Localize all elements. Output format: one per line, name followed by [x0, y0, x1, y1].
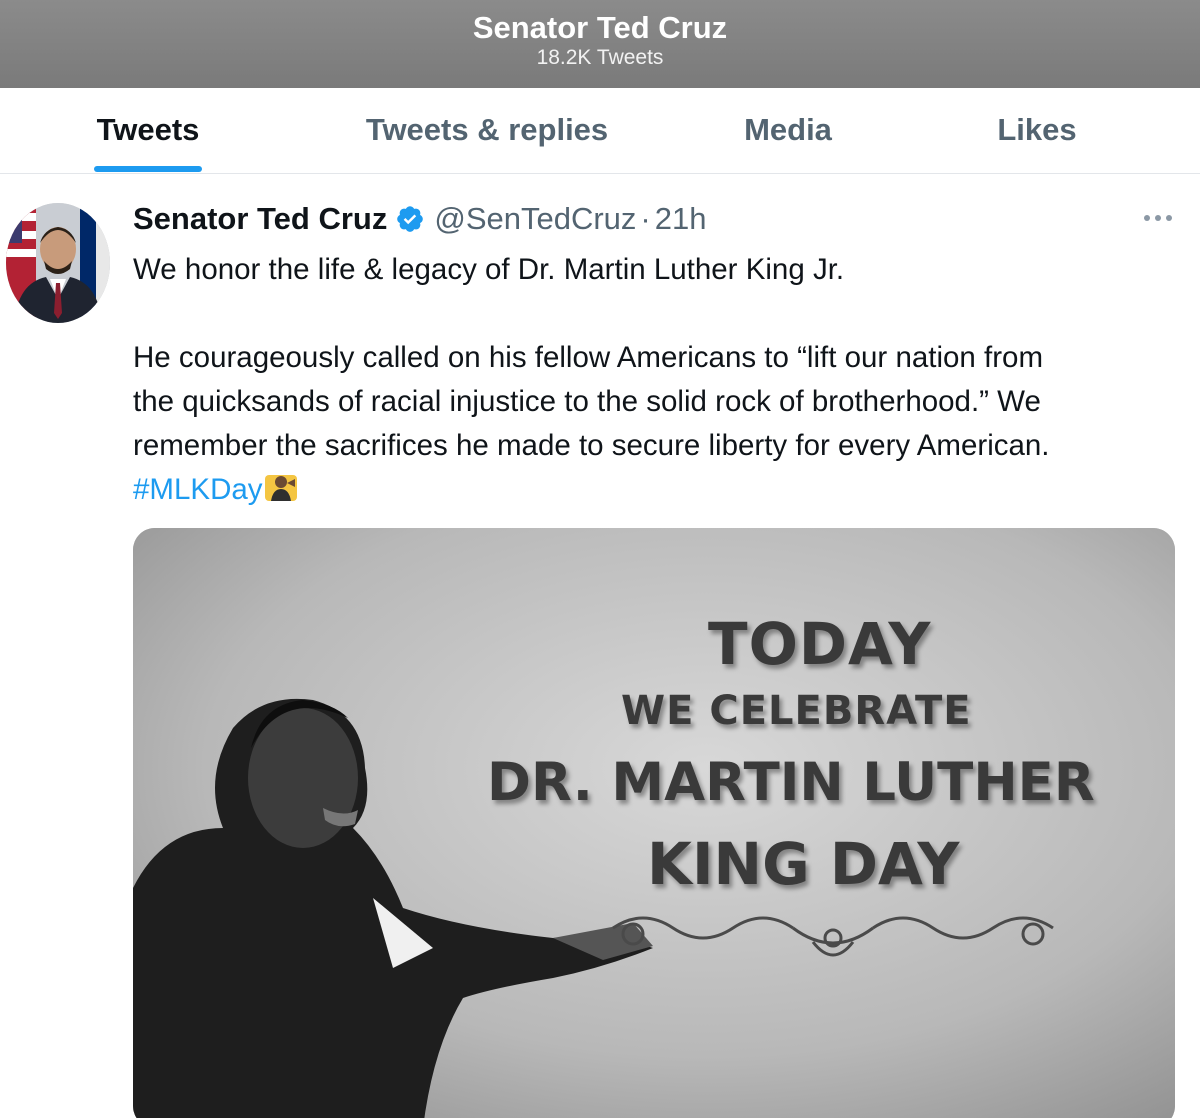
tweet-body: We honor the life & legacy of Dr. Martin…: [133, 248, 1183, 512]
hashtag-line: #MLKDay: [133, 468, 1183, 512]
tweet-line: He courageously called on his fellow Ame…: [133, 341, 1044, 374]
more-options-icon[interactable]: [1141, 208, 1175, 228]
author-handle[interactable]: @SenTedCruz: [434, 201, 636, 237]
profile-header: Senator Ted Cruz 18.2K Tweets: [0, 0, 1200, 88]
avatar[interactable]: [6, 203, 110, 323]
profile-tabs: Tweets Tweets & replies Media Likes: [0, 88, 1200, 174]
separator-dot: ·: [640, 201, 651, 236]
tweet-header: Senator Ted Cruz @SenTedCruz · 21h: [133, 199, 706, 239]
tweet-line: the quicksands of racial injustice to th…: [133, 385, 1041, 418]
tweet-line: remember the sacrifices he made to secur…: [133, 429, 1050, 462]
avatar-photo: [6, 203, 110, 323]
tweet-line: We honor the life & legacy of Dr. Martin…: [133, 253, 845, 286]
tab-media[interactable]: Media: [688, 88, 888, 174]
tweet-count: 18.2K Tweets: [536, 46, 664, 69]
tab-tweets-replies[interactable]: Tweets & replies: [337, 88, 637, 174]
tweet-media-image[interactable]: TODAY WE CELEBRATE DR. MARTIN LUTHER KIN…: [133, 528, 1175, 1118]
poster-line: TODAY: [708, 610, 932, 678]
header-title: Senator Ted Cruz: [472, 10, 728, 45]
poster-line: KING DAY: [647, 830, 960, 898]
tweet-timestamp[interactable]: 21h: [655, 201, 707, 237]
decorative-flourish-icon: [612, 916, 1054, 957]
verified-badge-icon: [397, 206, 424, 232]
active-tab-indicator: [94, 166, 202, 172]
tab-likes[interactable]: Likes: [937, 88, 1137, 174]
poster-line: WE CELEBRATE: [621, 688, 972, 734]
hashtag-link[interactable]: #MLKDay: [133, 473, 263, 506]
speaking-person-emoji-icon: [264, 475, 297, 501]
author-name[interactable]: Senator Ted Cruz: [133, 201, 387, 237]
mlk-portrait-illustration: [133, 528, 1175, 1118]
tab-tweets[interactable]: Tweets: [48, 88, 248, 174]
poster-line: DR. MARTIN LUTHER: [487, 752, 1095, 813]
